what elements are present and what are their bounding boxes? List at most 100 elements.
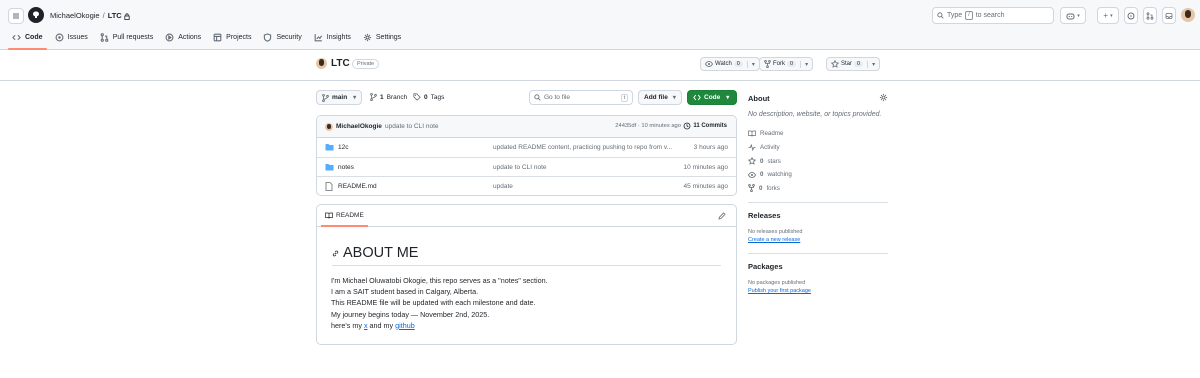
user-avatar[interactable] bbox=[1181, 8, 1195, 22]
file-name[interactable]: notes bbox=[338, 164, 354, 171]
copilot-icon bbox=[1066, 13, 1075, 19]
heading-divider bbox=[332, 265, 721, 266]
about-title: About bbox=[748, 94, 770, 103]
inbox-button[interactable] bbox=[1162, 7, 1176, 24]
owner-link[interactable]: MichaelOkogie bbox=[50, 11, 100, 20]
file-row[interactable]: 12c updated README content, practicing p… bbox=[317, 138, 736, 158]
top-bar: MichaelOkogie / LTC Type / to search ▾ + ▾… bbox=[0, 0, 1200, 50]
add-file-button[interactable]: Add file ▾ bbox=[638, 90, 682, 105]
create-release-link[interactable]: Create a new release bbox=[748, 237, 800, 243]
tab-actions[interactable]: Actions bbox=[159, 31, 207, 48]
file-age: 3 hours ago bbox=[693, 144, 728, 151]
gear-icon[interactable] bbox=[879, 93, 888, 102]
sidebar-divider bbox=[748, 202, 888, 203]
file-name[interactable]: README.md bbox=[338, 183, 377, 190]
tab-pull-requests[interactable]: Pull requests bbox=[94, 31, 159, 48]
code-button[interactable]: Code ▾ bbox=[687, 90, 737, 105]
tab-label: Pull requests bbox=[112, 34, 154, 41]
chevron-down-icon[interactable]: ▾ bbox=[746, 60, 755, 68]
watch-label: Watch bbox=[715, 61, 732, 67]
pull-requests-button[interactable] bbox=[1143, 7, 1157, 24]
stars-link[interactable]: 0 stars bbox=[748, 157, 781, 165]
readme-line: I'm Michael Oluwatobi Okogie, this repo … bbox=[331, 276, 548, 285]
tab-label: Code bbox=[25, 34, 43, 41]
activity-link[interactable]: Activity bbox=[748, 144, 780, 151]
code-icon bbox=[693, 94, 701, 101]
tab-label: Projects bbox=[226, 34, 252, 41]
tab-security[interactable]: Security bbox=[257, 31, 307, 48]
commit-message[interactable]: update to CLI note bbox=[385, 123, 439, 130]
go-to-file-input[interactable]: Go to file t bbox=[529, 90, 633, 105]
file-age: 10 minutes ago bbox=[683, 163, 728, 171]
commits-link[interactable]: 11 Commits bbox=[683, 122, 727, 130]
readme-line: My journey begins today — November 2nd, … bbox=[331, 309, 490, 319]
commit-author[interactable]: MichaelOkogie bbox=[336, 123, 382, 130]
chevron-down-icon[interactable]: ▾ bbox=[867, 60, 875, 68]
chevron-down-icon[interactable]: ▾ bbox=[800, 60, 808, 68]
book-icon bbox=[748, 130, 756, 137]
search-input[interactable]: Type / to search bbox=[932, 7, 1054, 24]
publish-package-link[interactable]: Publish your first package bbox=[748, 288, 811, 294]
pulse-icon bbox=[748, 144, 756, 151]
star-icon bbox=[831, 60, 839, 68]
tags-link[interactable]: 0 Tags bbox=[413, 93, 444, 101]
tab-projects[interactable]: Projects bbox=[207, 31, 257, 48]
x-link[interactable]: x bbox=[364, 321, 368, 330]
table-icon bbox=[213, 33, 222, 42]
breadcrumb-separator: / bbox=[102, 11, 105, 20]
watching-link[interactable]: 0 watching bbox=[748, 171, 792, 178]
commit-meta[interactable]: 24435df · 10 minutes ago bbox=[615, 123, 681, 129]
github-logo-icon[interactable] bbox=[28, 7, 44, 23]
readme-link[interactable]: Readme bbox=[748, 130, 783, 137]
shield-icon bbox=[264, 33, 272, 42]
activity-label: Activity bbox=[760, 144, 780, 151]
copilot-button[interactable]: ▾ bbox=[1060, 7, 1086, 24]
hamburger-icon bbox=[13, 13, 19, 19]
file-row[interactable]: notes update to CLI note 10 minutes ago bbox=[317, 158, 736, 177]
file-row[interactable]: README.md update 45 minutes ago bbox=[317, 177, 736, 195]
file-commit-message[interactable]: updated README content, practicing pushi… bbox=[493, 144, 673, 151]
file-name[interactable]: 12c bbox=[338, 144, 348, 151]
file-icon bbox=[325, 182, 333, 191]
repo-link[interactable]: LTC bbox=[108, 11, 122, 20]
fork-button[interactable]: Fork 0 ▾ bbox=[759, 57, 814, 71]
file-commit-message[interactable]: update to CLI note bbox=[493, 164, 673, 171]
menu-button[interactable] bbox=[8, 8, 24, 24]
commit-author-avatar[interactable] bbox=[325, 123, 333, 131]
watch-button[interactable]: Watch 0 ▾ bbox=[700, 57, 760, 71]
star-button[interactable]: Star 0 ▾ bbox=[826, 57, 881, 71]
stars-count: 0 bbox=[760, 157, 764, 165]
releases-title[interactable]: Releases bbox=[748, 211, 781, 220]
branch-icon bbox=[322, 93, 329, 102]
search-placeholder-prefix: Type bbox=[947, 12, 963, 19]
chevron-down-icon: ▾ bbox=[726, 95, 730, 101]
branch-selector[interactable]: main ▾ bbox=[316, 90, 363, 105]
tab-code[interactable]: Code bbox=[6, 31, 49, 50]
tag-count: 0 bbox=[424, 93, 428, 101]
create-new-button[interactable]: + ▾ bbox=[1097, 7, 1119, 24]
issues-button[interactable] bbox=[1124, 7, 1138, 24]
link-icon[interactable] bbox=[332, 250, 339, 257]
branches-link[interactable]: 1 Branch bbox=[370, 93, 407, 101]
file-commit-message[interactable]: update bbox=[493, 183, 673, 190]
commits-count: 11 Commits bbox=[693, 123, 727, 129]
github-link[interactable]: github bbox=[395, 321, 415, 330]
watching-label: watching bbox=[767, 171, 792, 178]
pencil-icon[interactable] bbox=[718, 212, 726, 220]
readme-panel: README ABOUT ME I'm Michael Oluwatobi Ok… bbox=[316, 204, 737, 345]
search-shortcut-key: / bbox=[965, 11, 973, 20]
forks-link[interactable]: 0 forks bbox=[748, 184, 780, 192]
folder-icon bbox=[325, 163, 334, 170]
tab-insights[interactable]: Insights bbox=[308, 31, 357, 48]
folder-icon bbox=[325, 144, 334, 151]
code-icon bbox=[12, 34, 21, 41]
fork-icon bbox=[748, 184, 755, 192]
chevron-down-icon: ▾ bbox=[353, 95, 357, 101]
tab-issues[interactable]: Issues bbox=[49, 31, 94, 48]
tab-settings[interactable]: Settings bbox=[357, 31, 407, 48]
owner-avatar[interactable] bbox=[316, 58, 327, 69]
packages-title[interactable]: Packages bbox=[748, 262, 783, 271]
search-icon bbox=[534, 94, 541, 101]
repo-name[interactable]: LTC bbox=[331, 58, 350, 69]
readme-tab[interactable]: README bbox=[321, 212, 368, 227]
